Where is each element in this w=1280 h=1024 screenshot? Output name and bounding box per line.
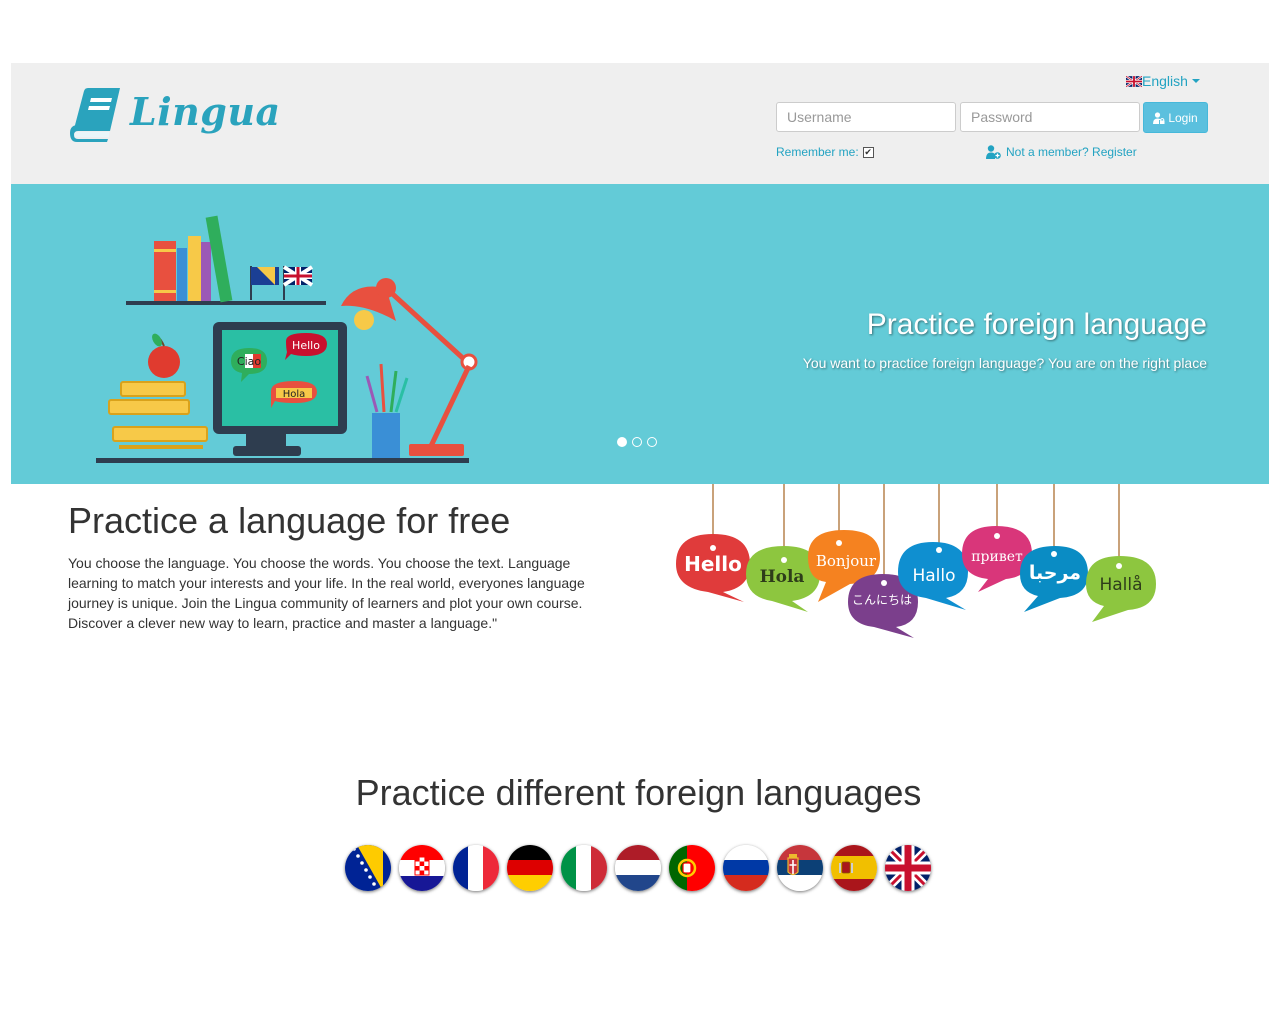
flag-portugal[interactable] <box>669 845 715 891</box>
flag-croatia[interactable] <box>399 845 445 891</box>
italy-flag-icon <box>561 845 607 891</box>
bosnia-flag-icon <box>345 845 391 891</box>
bubble-text-2: Bonjour <box>816 552 877 570</box>
language-label: English <box>1142 73 1188 89</box>
intro-text: You choose the language. You choose the … <box>68 555 585 631</box>
bubble-text-4: Hallo <box>912 566 955 586</box>
france-flag-icon <box>453 845 499 891</box>
logo[interactable]: Lingua <box>68 87 280 143</box>
bubble-text-5: привет <box>971 549 1023 565</box>
login-button[interactable]: Login <box>1143 102 1208 133</box>
language-dropdown[interactable]: English <box>1126 72 1200 90</box>
hero-subtitle: You want to practice foreign language? Y… <box>802 355 1207 371</box>
germany-flag-icon <box>507 845 553 891</box>
intro-title: Practice a language for free <box>68 500 511 541</box>
languages-title: Practice different foreign languages <box>355 772 922 813</box>
remember-label: Remember me: <box>776 145 859 159</box>
russia-flag-icon <box>723 845 769 891</box>
flag-united-kingdom[interactable] <box>885 845 931 891</box>
flag-bosnia[interactable] <box>345 845 391 891</box>
hero-carousel[interactable]: Ciao Hello Hola Practice foreign languag… <box>11 184 1269 484</box>
language-flags <box>345 845 931 891</box>
flag-italy[interactable] <box>561 845 607 891</box>
flag-serbia[interactable] <box>777 845 823 891</box>
caret-down-icon <box>1191 79 1200 83</box>
screen-label-hello: Hello <box>292 339 320 352</box>
carousel-dot-1[interactable] <box>617 437 627 447</box>
bubble-text-3: こんにちは <box>852 593 912 607</box>
book-icon <box>70 88 120 142</box>
croatia-flag-icon <box>399 845 445 891</box>
spain-flag-icon <box>831 845 877 891</box>
uk-flag-icon <box>885 845 931 891</box>
screen-label-ciao: Ciao <box>237 355 261 368</box>
user-lock-icon <box>1153 111 1165 124</box>
screen-label-hola: Hola <box>283 389 306 400</box>
flag-germany[interactable] <box>507 845 553 891</box>
flag-spain[interactable] <box>831 845 877 891</box>
hero-title: Practice foreign language <box>866 308 1207 341</box>
password-input[interactable] <box>960 102 1140 132</box>
bubble-text-1: Hola <box>760 567 805 587</box>
login-label: Login <box>1168 110 1198 125</box>
carousel-dot-3[interactable] <box>647 437 657 447</box>
greetings-bubbles-illustration: Hello Hola Bonjour こんにちは Hallo привет مر… <box>676 484 1156 638</box>
remember-checkbox[interactable]: ✔ <box>862 146 874 158</box>
study-desk-illustration: Ciao Hello Hola <box>96 215 478 463</box>
netherlands-flag-icon <box>615 845 661 891</box>
bubble-text-7: Hallå <box>1099 574 1142 595</box>
register-label: Not a member? Register <box>1006 145 1137 159</box>
flag-russia[interactable] <box>723 845 769 891</box>
uk-flag-icon <box>1126 75 1142 87</box>
carousel-dot-2[interactable] <box>632 437 642 447</box>
register-link[interactable]: Not a member? Register <box>986 145 1137 159</box>
flag-france[interactable] <box>453 845 499 891</box>
remember-me[interactable]: Remember me: ✔ <box>776 145 874 159</box>
portugal-flag-icon <box>669 845 715 891</box>
bubble-text-6: مرحبا <box>1029 562 1081 584</box>
carousel-indicators <box>617 437 657 447</box>
serbia-flag-icon <box>777 845 823 891</box>
bubble-text-0: Hello <box>684 552 742 576</box>
logo-text: Lingua <box>130 89 281 134</box>
add-user-icon <box>986 145 1001 159</box>
flag-netherlands[interactable] <box>615 845 661 891</box>
site-header: Lingua English Login Remember me: ✔ <box>11 63 1269 184</box>
username-input[interactable] <box>776 102 956 132</box>
